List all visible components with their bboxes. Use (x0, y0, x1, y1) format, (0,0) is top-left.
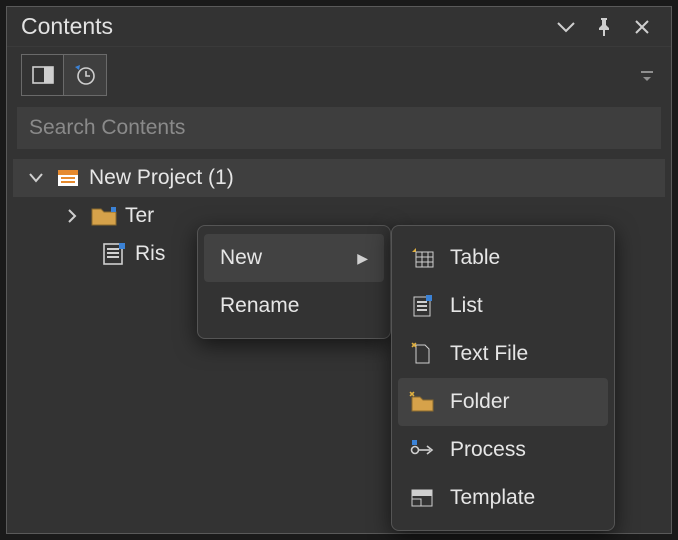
menu-item-rename[interactable]: Rename (204, 282, 384, 330)
tree-item-label: Ter (125, 204, 154, 228)
process-icon (408, 437, 436, 463)
list-icon (408, 293, 436, 319)
project-icon (55, 165, 81, 191)
menu-item-label: Template (450, 486, 535, 510)
options-icon (640, 68, 654, 82)
chevron-down-icon[interactable] (25, 173, 47, 183)
search-input[interactable]: Search Contents (17, 107, 661, 149)
pin-icon (595, 17, 613, 37)
toolbar (7, 47, 671, 103)
submenu-new: Table List Text File Folder Process (391, 225, 615, 531)
contents-panel: Contents (6, 6, 672, 534)
panel-title: Contents (21, 13, 547, 40)
submenu-item-process[interactable]: Process (398, 426, 608, 474)
view-history-button[interactable] (64, 55, 106, 95)
titlebar: Contents (7, 7, 671, 47)
menu-item-label: New (220, 246, 262, 270)
close-button[interactable] (623, 8, 661, 46)
tree-item-label: Ris (135, 242, 165, 266)
submenu-item-table[interactable]: Table (398, 234, 608, 282)
submenu-item-text-file[interactable]: Text File (398, 330, 608, 378)
chevron-right-icon[interactable] (61, 209, 83, 223)
collapse-button[interactable] (547, 8, 585, 46)
submenu-arrow-icon: ▶ (357, 250, 368, 267)
view-items-button[interactable] (22, 55, 64, 95)
text-file-icon (408, 341, 436, 367)
list-icon (101, 241, 127, 267)
menu-item-label: List (450, 294, 483, 318)
menu-item-label: Text File (450, 342, 528, 366)
search-placeholder: Search Contents (29, 116, 185, 140)
menu-item-label: Folder (450, 390, 510, 414)
clock-icon (73, 63, 97, 87)
panel-icon (32, 64, 54, 86)
submenu-item-template[interactable]: Template (398, 474, 608, 522)
tree-root-label: New Project (1) (89, 166, 234, 190)
folder-icon (408, 389, 436, 415)
menu-item-new[interactable]: New ▶ (204, 234, 384, 282)
chevron-down-icon (557, 21, 575, 33)
close-icon (634, 19, 650, 35)
pin-button[interactable] (585, 8, 623, 46)
menu-item-label: Table (450, 246, 500, 270)
folder-icon (91, 203, 117, 229)
menu-item-label: Process (450, 438, 526, 462)
toolbar-options-button[interactable] (633, 54, 661, 96)
template-icon (408, 485, 436, 511)
table-icon (408, 245, 436, 271)
menu-item-label: Rename (220, 294, 299, 318)
view-toggle-group (21, 54, 107, 96)
submenu-item-list[interactable]: List (398, 282, 608, 330)
submenu-item-folder[interactable]: Folder (398, 378, 608, 426)
context-menu: New ▶ Rename (197, 225, 391, 339)
tree-root-row[interactable]: New Project (1) (13, 159, 665, 197)
